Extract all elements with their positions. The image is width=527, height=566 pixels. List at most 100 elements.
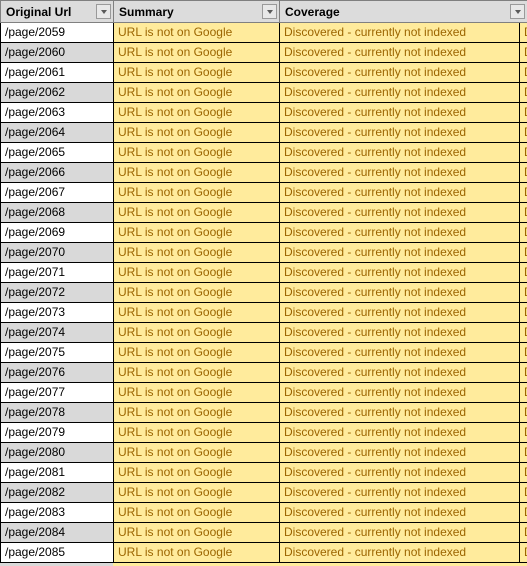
cell-original-url[interactable]: /page/2069 [0, 222, 114, 243]
cell-original-url[interactable]: /page/2060 [0, 42, 114, 63]
cell-original-url[interactable]: /page/2077 [0, 382, 114, 403]
table-row[interactable]: /page/2061 URL is not on Google Discovered… [0, 62, 527, 83]
cell-summary[interactable]: URL is not on Google [113, 402, 280, 423]
cell-original-url[interactable]: /page/2075 [0, 342, 114, 363]
cell-coverage[interactable]: Discovered - currently not indexed [279, 482, 520, 503]
cell-clipped-column[interactable]: D [519, 402, 527, 423]
cell-clipped-column[interactable]: D [519, 202, 527, 223]
cell-coverage[interactable]: Discovered - currently not indexed [279, 162, 520, 183]
cell-summary[interactable]: URL is not on Google [113, 322, 280, 343]
cell-clipped-column[interactable]: D [519, 182, 527, 203]
cell-summary[interactable]: URL is not on Google [113, 42, 280, 63]
cell-original-url[interactable]: /page/2063 [0, 102, 114, 123]
cell-coverage[interactable]: Discovered - currently not indexed [279, 362, 520, 383]
cell-summary[interactable]: URL is not on Google [113, 302, 280, 323]
table-row[interactable]: /page/2073 URL is not on Google Discovered… [0, 302, 527, 323]
table-row[interactable]: /page/2080 URL is not on Google Discovered… [0, 442, 527, 463]
cell-coverage[interactable]: Discovered - currently not indexed [279, 522, 520, 543]
table-row[interactable]: /page/2059 URL is not on Google Discovered… [0, 22, 527, 43]
cell-clipped-column[interactable]: D [519, 62, 527, 83]
cell-original-url[interactable]: /page/2076 [0, 362, 114, 383]
cell-coverage[interactable]: Discovered - currently not indexed [279, 62, 520, 83]
cell-clipped-column[interactable]: D [519, 502, 527, 523]
cell-summary[interactable]: URL is not on Google [113, 102, 280, 123]
cell-coverage[interactable]: Discovered - currently not indexed [279, 342, 520, 363]
column-header-summary[interactable]: Summary [113, 0, 280, 23]
cell-coverage[interactable]: Discovered - currently not indexed [279, 442, 520, 463]
cell-summary[interactable]: URL is not on Google [113, 382, 280, 403]
cell-summary[interactable]: URL is not on Google [113, 162, 280, 183]
cell-clipped-column[interactable]: D [519, 222, 527, 243]
cell-original-url[interactable]: /page/2065 [0, 142, 114, 163]
cell-original-url[interactable]: /page/2061 [0, 62, 114, 83]
cell-coverage[interactable]: Discovered - currently not indexed [279, 502, 520, 523]
cell-clipped-column[interactable]: D [519, 482, 527, 503]
cell-clipped-column[interactable]: D [519, 282, 527, 303]
cell-original-url[interactable]: /page/2072 [0, 282, 114, 303]
cell-coverage[interactable]: Discovered - currently not indexed [279, 422, 520, 443]
column-header-original-url[interactable]: Original Url [0, 0, 114, 23]
filter-button-coverage[interactable] [510, 4, 526, 19]
cell-original-url[interactable]: /page/2059 [0, 22, 114, 43]
table-row[interactable]: /page/2082 URL is not on Google Discovered… [0, 482, 527, 503]
cell-coverage[interactable]: Discovered - currently not indexed [279, 382, 520, 403]
cell-coverage[interactable]: Discovered - currently not indexed [279, 322, 520, 343]
cell-summary[interactable]: URL is not on Google [113, 522, 280, 543]
cell-original-url[interactable]: /page/2079 [0, 422, 114, 443]
cell-coverage[interactable]: Discovered - currently not indexed [279, 222, 520, 243]
cell-coverage[interactable]: Discovered - currently not indexed [279, 462, 520, 483]
table-row[interactable]: /page/2084 URL is not on Google Discovered… [0, 522, 527, 543]
cell-summary[interactable]: URL is not on Google [113, 82, 280, 103]
cell-coverage[interactable]: Discovered - currently not indexed [279, 402, 520, 423]
cell-clipped-column[interactable]: D [519, 242, 527, 263]
filter-button-original-url[interactable] [96, 4, 111, 19]
table-row[interactable]: /page/2065 URL is not on Google Discovered… [0, 142, 527, 163]
cell-coverage[interactable]: Discovered - currently not indexed [279, 42, 520, 63]
cell-original-url[interactable]: /page/2062 [0, 82, 114, 103]
cell-clipped-column[interactable]: D [519, 362, 527, 383]
cell-clipped-column[interactable]: D [519, 422, 527, 443]
cell-original-url[interactable]: /page/2073 [0, 302, 114, 323]
cell-summary[interactable]: URL is not on Google [113, 362, 280, 383]
column-header-coverage[interactable]: Coverage [278, 0, 527, 23]
table-row[interactable]: /page/2085 URL is not on Google Discovered… [0, 542, 527, 563]
table-row[interactable]: /page/2066 URL is not on Google Discovered… [0, 162, 527, 183]
cell-original-url[interactable]: /page/2084 [0, 522, 114, 543]
cell-original-url[interactable]: /page/2067 [0, 182, 114, 203]
cell-clipped-column[interactable]: D [519, 442, 527, 463]
cell-coverage[interactable]: Discovered - currently not indexed [279, 242, 520, 263]
table-row[interactable]: /page/2075 URL is not on Google Discovered… [0, 342, 527, 363]
table-row[interactable]: /page/2074 URL is not on Google Discovered… [0, 322, 527, 343]
cell-summary[interactable]: URL is not on Google [113, 242, 280, 263]
cell-coverage[interactable]: Discovered - currently not indexed [279, 122, 520, 143]
cell-clipped-column[interactable]: D [519, 162, 527, 183]
table-row[interactable]: /page/2083 URL is not on Google Discovered… [0, 502, 527, 523]
cell-original-url[interactable]: /page/2082 [0, 482, 114, 503]
cell-summary[interactable]: URL is not on Google [113, 442, 280, 463]
table-row[interactable]: /page/2078 URL is not on Google Discovered… [0, 402, 527, 423]
cell-clipped-column[interactable]: D [519, 42, 527, 63]
cell-coverage[interactable]: Discovered - currently not indexed [279, 262, 520, 283]
cell-clipped-column[interactable]: D [519, 542, 527, 563]
cell-coverage[interactable]: Discovered - currently not indexed [279, 82, 520, 103]
cell-clipped-column[interactable]: D [519, 462, 527, 483]
cell-clipped-column[interactable]: D [519, 22, 527, 43]
cell-summary[interactable]: URL is not on Google [113, 122, 280, 143]
cell-coverage[interactable]: Discovered - currently not indexed [279, 102, 520, 123]
cell-summary[interactable]: URL is not on Google [113, 182, 280, 203]
cell-summary[interactable]: URL is not on Google [113, 222, 280, 243]
cell-summary[interactable]: URL is not on Google [113, 282, 280, 303]
table-row[interactable]: /page/2062 URL is not on Google Discovered… [0, 82, 527, 103]
cell-original-url[interactable]: /page/2078 [0, 402, 114, 423]
cell-summary[interactable]: URL is not on Google [113, 502, 280, 523]
cell-coverage[interactable]: Discovered - currently not indexed [279, 142, 520, 163]
table-row[interactable]: /page/2076 URL is not on Google Discovered… [0, 362, 527, 383]
cell-coverage[interactable]: Discovered - currently not indexed [279, 302, 520, 323]
cell-original-url[interactable]: /page/2083 [0, 502, 114, 523]
cell-original-url[interactable]: /page/2066 [0, 162, 114, 183]
cell-original-url[interactable]: /page/2064 [0, 122, 114, 143]
table-row[interactable]: /page/2081 URL is not on Google Discovered… [0, 462, 527, 483]
table-row[interactable]: /page/2079 URL is not on Google Discovered… [0, 422, 527, 443]
cell-clipped-column[interactable]: D [519, 102, 527, 123]
cell-summary[interactable]: URL is not on Google [113, 142, 280, 163]
